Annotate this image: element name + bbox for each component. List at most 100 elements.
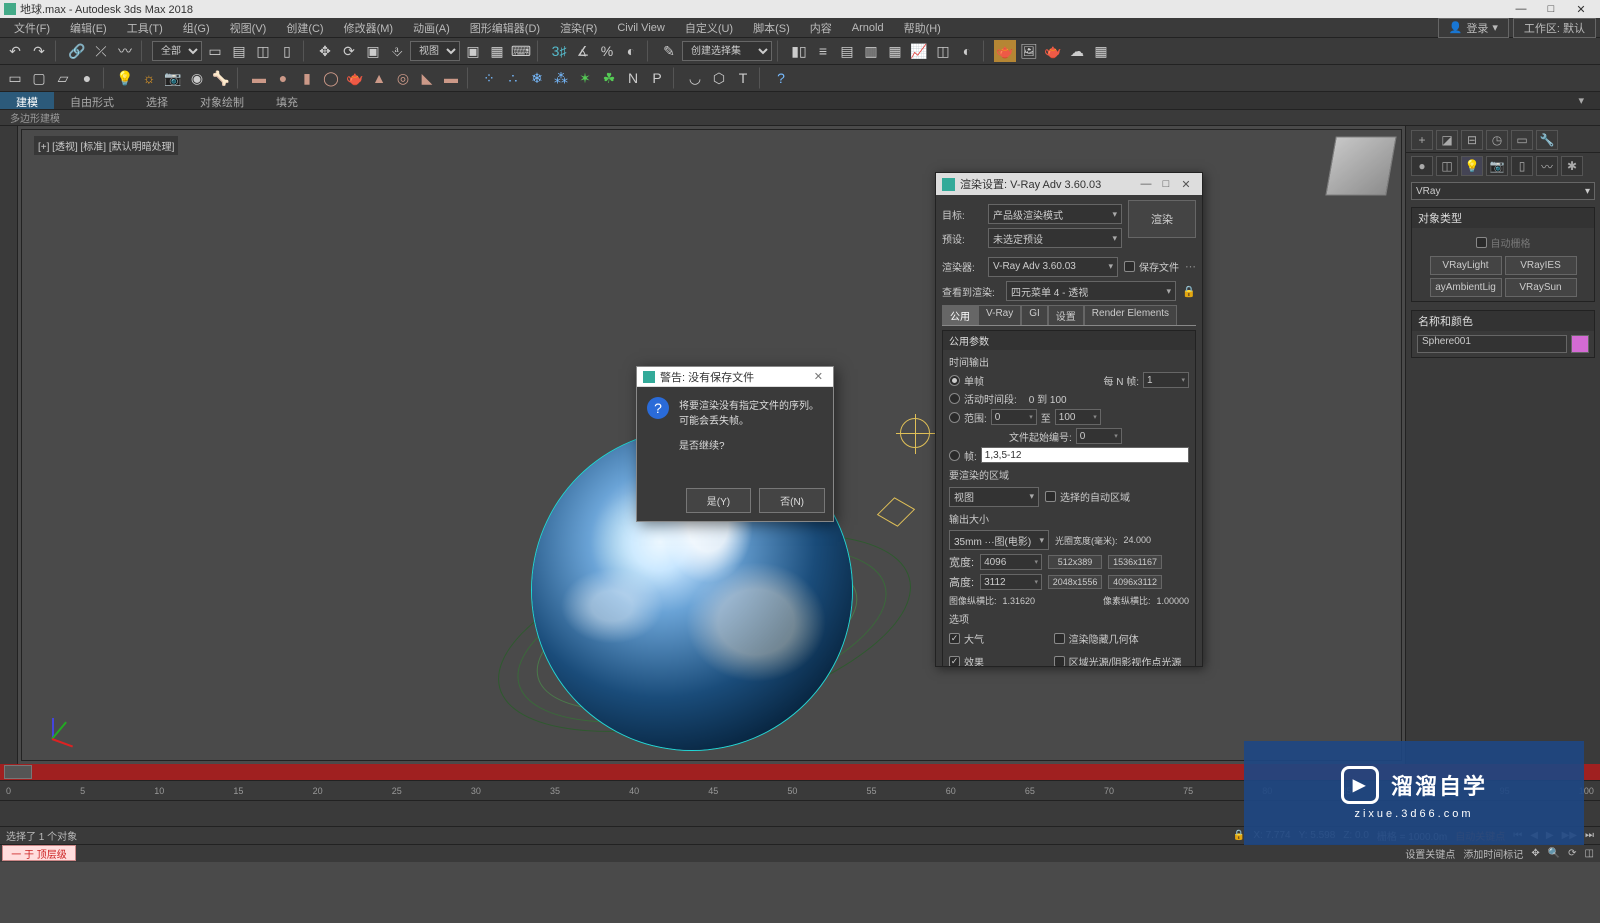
cp-subtab-shapes[interactable]: ◫: [1436, 156, 1458, 176]
menu-content[interactable]: 内容: [800, 20, 842, 36]
object-name-field[interactable]: Sphere001: [1417, 335, 1567, 353]
width-input[interactable]: 4096: [980, 554, 1042, 570]
compound-button[interactable]: ✶: [574, 67, 596, 89]
ribbon-tab-modeling[interactable]: 建模: [0, 92, 54, 109]
ribbon-tab-freeform[interactable]: 自由形式: [54, 92, 130, 109]
camera-button[interactable]: 📷: [162, 67, 184, 89]
rendered-frame-button[interactable]: 🖼: [1018, 40, 1040, 62]
ref-coord-dropdown[interactable]: 视图: [410, 41, 460, 61]
menu-tools[interactable]: 工具(T): [117, 20, 173, 36]
render-dialog-titlebar[interactable]: 渲染设置: V-Ray Adv 3.60.03 — □ ✕: [936, 173, 1202, 195]
help-button[interactable]: ?: [770, 67, 792, 89]
redo-button[interactable]: ↷: [28, 40, 50, 62]
cp-tab-hierarchy[interactable]: ⊟: [1461, 130, 1483, 150]
menu-edit[interactable]: 编辑(E): [60, 20, 117, 36]
cp-tab-utilities[interactable]: 🔧: [1536, 130, 1558, 150]
scene-explorer-bar[interactable]: [0, 126, 18, 764]
bind-spacewarp-button[interactable]: 〰: [114, 40, 136, 62]
selection-filter-dropdown[interactable]: 全部: [152, 41, 202, 61]
mirror-button[interactable]: ▮▯: [788, 40, 810, 62]
time-slider-handle[interactable]: [4, 765, 32, 779]
cp-tab-create[interactable]: +: [1411, 130, 1433, 150]
preset-1536[interactable]: 1536x1167: [1108, 555, 1162, 569]
snow-button[interactable]: ❄: [526, 67, 548, 89]
rollout-title[interactable]: 对象类型: [1412, 208, 1594, 228]
viewport-nav-zoom-icon[interactable]: 🔍: [1548, 848, 1560, 859]
scale-button[interactable]: ▣: [362, 40, 384, 62]
lock-icon[interactable]: 🔒: [1182, 285, 1196, 298]
arc-button[interactable]: ◡: [684, 67, 706, 89]
move-button[interactable]: ✥: [314, 40, 336, 62]
material-editor-button[interactable]: ◐: [956, 40, 978, 62]
rect-marquee-button[interactable]: ◫: [252, 40, 274, 62]
minimize-button[interactable]: —: [1136, 178, 1156, 190]
menu-views[interactable]: 视图(V): [220, 20, 277, 36]
radio-frames[interactable]: [949, 450, 960, 461]
viewport-nav-max-icon[interactable]: ◫: [1585, 848, 1594, 859]
target-gizmo-icon[interactable]: [900, 418, 930, 448]
play-end-button[interactable]: ⏭: [1585, 830, 1594, 841]
align-button[interactable]: ≡: [812, 40, 834, 62]
target-box-icon[interactable]: [877, 497, 915, 527]
preset-2048[interactable]: 2048x1556: [1048, 575, 1102, 589]
ribbon-tab-selection[interactable]: 选择: [130, 92, 184, 109]
toggle-layer-button[interactable]: ▥: [860, 40, 882, 62]
tab-vray[interactable]: V-Ray: [978, 305, 1021, 325]
spray-button[interactable]: ⁂: [550, 67, 572, 89]
prim-pyramid-button[interactable]: ◣: [416, 67, 438, 89]
workspace-dropdown[interactable]: 工作区: 默认: [1513, 18, 1596, 38]
viewto-dropdown[interactable]: 四元菜单 4 - 透视: [1006, 281, 1176, 301]
cp-subtab-cameras[interactable]: 📷: [1486, 156, 1508, 176]
cp-subtab-systems[interactable]: ✱: [1561, 156, 1583, 176]
menu-arnold[interactable]: Arnold: [842, 22, 894, 34]
particle-button[interactable]: ⁘: [478, 67, 500, 89]
prim-cylinder-button[interactable]: ▮: [296, 67, 318, 89]
menu-modifiers[interactable]: 修改器(M): [334, 20, 404, 36]
nurbs-button[interactable]: N: [622, 67, 644, 89]
frames-input[interactable]: [981, 447, 1189, 463]
patch-button[interactable]: P: [646, 67, 668, 89]
ribbon-expand-icon[interactable]: ▾: [1562, 92, 1600, 109]
cp-tab-modify[interactable]: ◪: [1436, 130, 1458, 150]
preset-dropdown[interactable]: 未选定预设: [988, 228, 1122, 248]
viewport-nav-pan-icon[interactable]: ✥: [1531, 848, 1539, 859]
range-from-input[interactable]: 0: [991, 409, 1037, 425]
select-object-button[interactable]: ▭: [204, 40, 226, 62]
bone-button[interactable]: 🦴: [210, 67, 232, 89]
close-button[interactable]: ✕: [810, 370, 827, 383]
menu-graph[interactable]: 图形编辑器(D): [460, 20, 550, 36]
menu-file[interactable]: 文件(F): [4, 20, 60, 36]
prim-box-button[interactable]: ▬: [248, 67, 270, 89]
manip-button[interactable]: ▦: [486, 40, 508, 62]
prim-tube-button[interactable]: ◎: [392, 67, 414, 89]
preset-512[interactable]: 512x389: [1048, 555, 1102, 569]
vraysun-button[interactable]: VRaySun: [1505, 278, 1577, 297]
prim-plane-button[interactable]: ▬: [440, 67, 462, 89]
curve-editor-button[interactable]: 📈: [908, 40, 930, 62]
render-production-button[interactable]: 🫖: [1042, 40, 1064, 62]
radio-single-frame[interactable]: [949, 375, 960, 386]
standard-primitives-button[interactable]: ▭: [4, 67, 26, 89]
cp-subtab-lights[interactable]: 💡: [1461, 156, 1483, 176]
savefile-checkbox[interactable]: [1124, 261, 1135, 272]
vrayambient-button[interactable]: ayAmbientLig: [1430, 278, 1502, 297]
menu-civilview[interactable]: Civil View: [607, 22, 674, 34]
cp-tab-motion[interactable]: ◷: [1486, 130, 1508, 150]
login-button[interactable]: 👤 登录 ▾: [1438, 18, 1509, 38]
maximize-button[interactable]: □: [1156, 178, 1176, 190]
rotate-button[interactable]: ⟳: [338, 40, 360, 62]
target-button[interactable]: ◉: [186, 67, 208, 89]
tab-settings[interactable]: 设置: [1048, 305, 1084, 325]
render-setup-button[interactable]: 🫖: [994, 40, 1016, 62]
no-button[interactable]: 否(N): [759, 488, 825, 513]
vrayies-button[interactable]: VRayIES: [1505, 256, 1577, 275]
window-crossing-button[interactable]: ▯: [276, 40, 298, 62]
cp-subtab-geometry[interactable]: ●: [1411, 156, 1433, 176]
viewport-nav-orbit-icon[interactable]: ⟳: [1568, 848, 1576, 859]
render-in-cloud-button[interactable]: ☁: [1066, 40, 1088, 62]
menu-group[interactable]: 组(G): [173, 20, 220, 36]
output-preset-dropdown[interactable]: 35mm ···图(电影): [949, 530, 1049, 550]
named-set-dropdown[interactable]: 创建选择集: [682, 41, 772, 61]
prim-torus-button[interactable]: ◯: [320, 67, 342, 89]
radio-range[interactable]: [949, 412, 960, 423]
